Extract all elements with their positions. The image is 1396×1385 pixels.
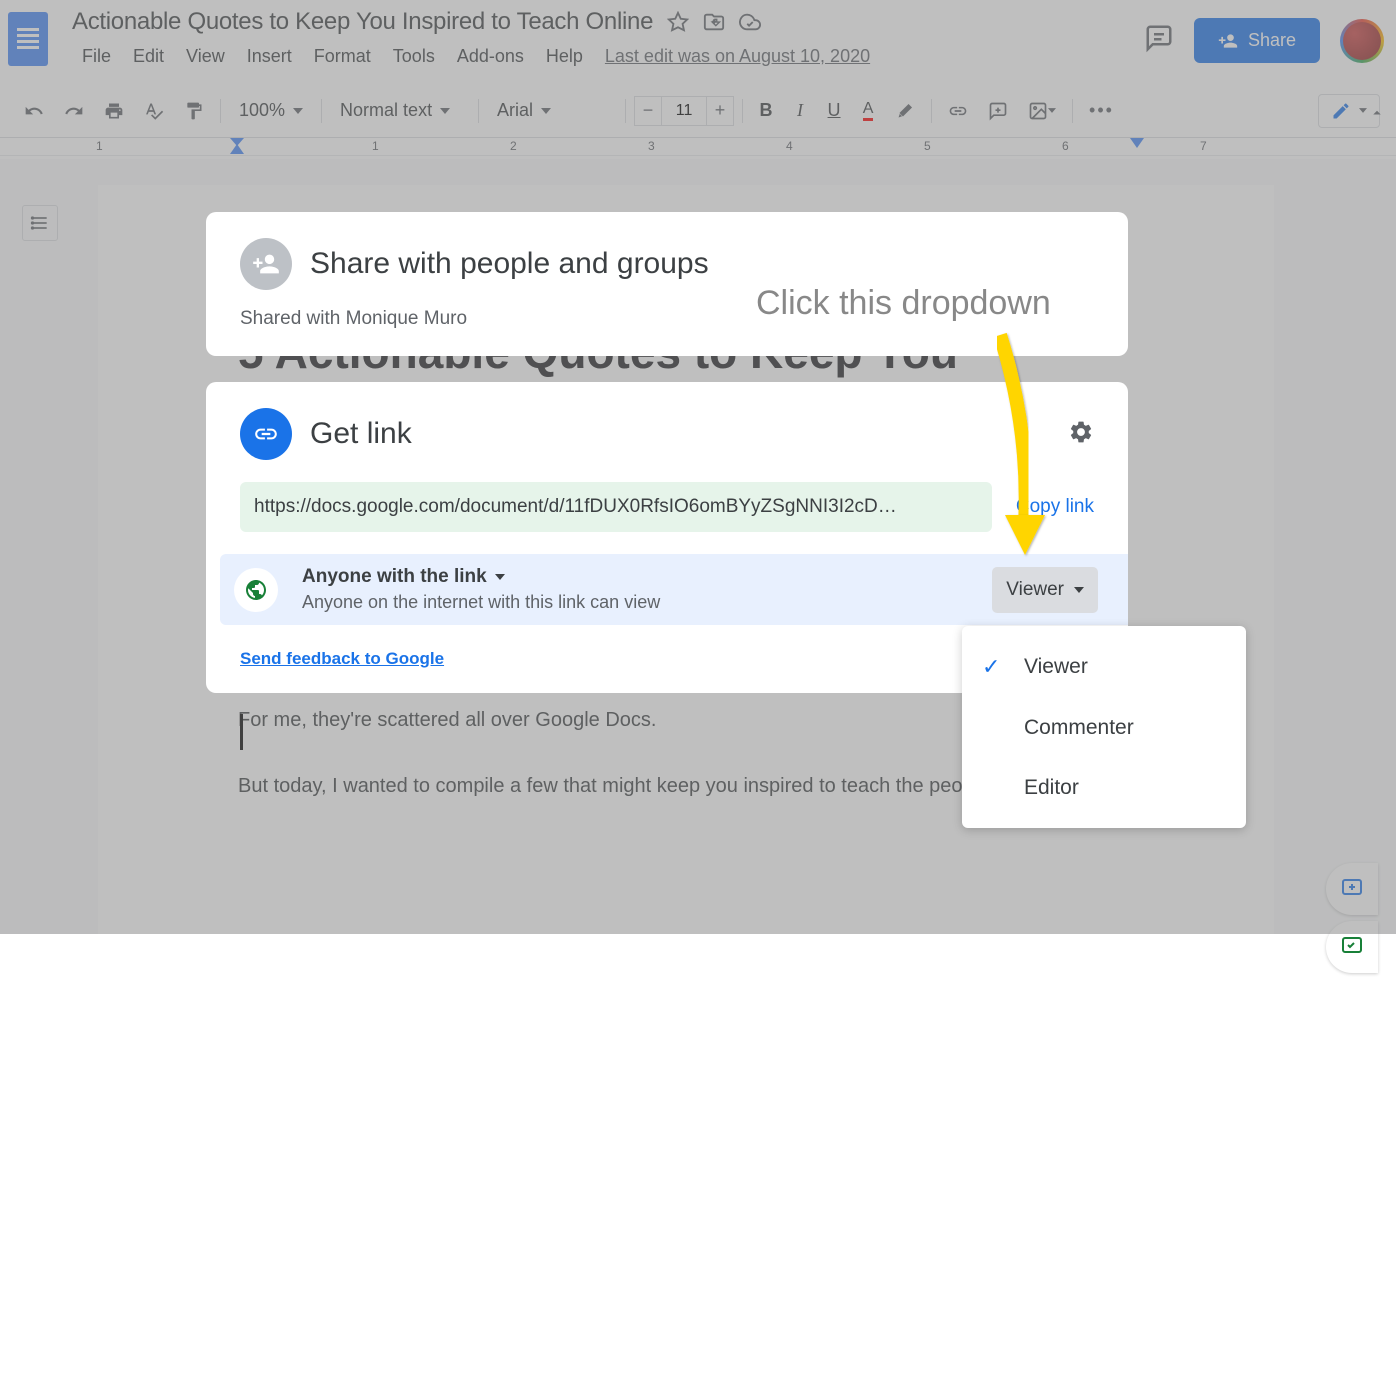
link-audience-dropdown[interactable]: Anyone with the link [302,566,992,588]
share-dialog-title: Share with people and groups [310,247,709,281]
link-role-dropdown[interactable]: Viewer [992,567,1098,613]
send-feedback-link[interactable]: Send feedback to Google [240,649,444,669]
get-link-title: Get link [310,417,1050,451]
link-access-row: Anyone with the link Anyone on the inter… [220,554,1128,625]
link-access-description: Anyone on the internet with this link ca… [302,592,992,613]
check-icon: ✓ [982,654,1024,680]
role-option-viewer[interactable]: ✓ Viewer [962,636,1246,698]
settings-gear-icon[interactable] [1068,419,1094,450]
people-icon [240,238,292,290]
link-icon [240,408,292,460]
role-option-editor[interactable]: Editor [962,758,1246,818]
role-dropdown-menu: ✓ Viewer Commenter Editor [962,626,1246,828]
annotation-label: Click this dropdown [756,284,1051,323]
role-option-commenter[interactable]: Commenter [962,698,1246,758]
globe-icon [234,568,278,612]
share-link-display[interactable]: https://docs.google.com/document/d/11fDU… [240,482,992,532]
copy-link-button[interactable]: Copy link [1016,496,1094,518]
